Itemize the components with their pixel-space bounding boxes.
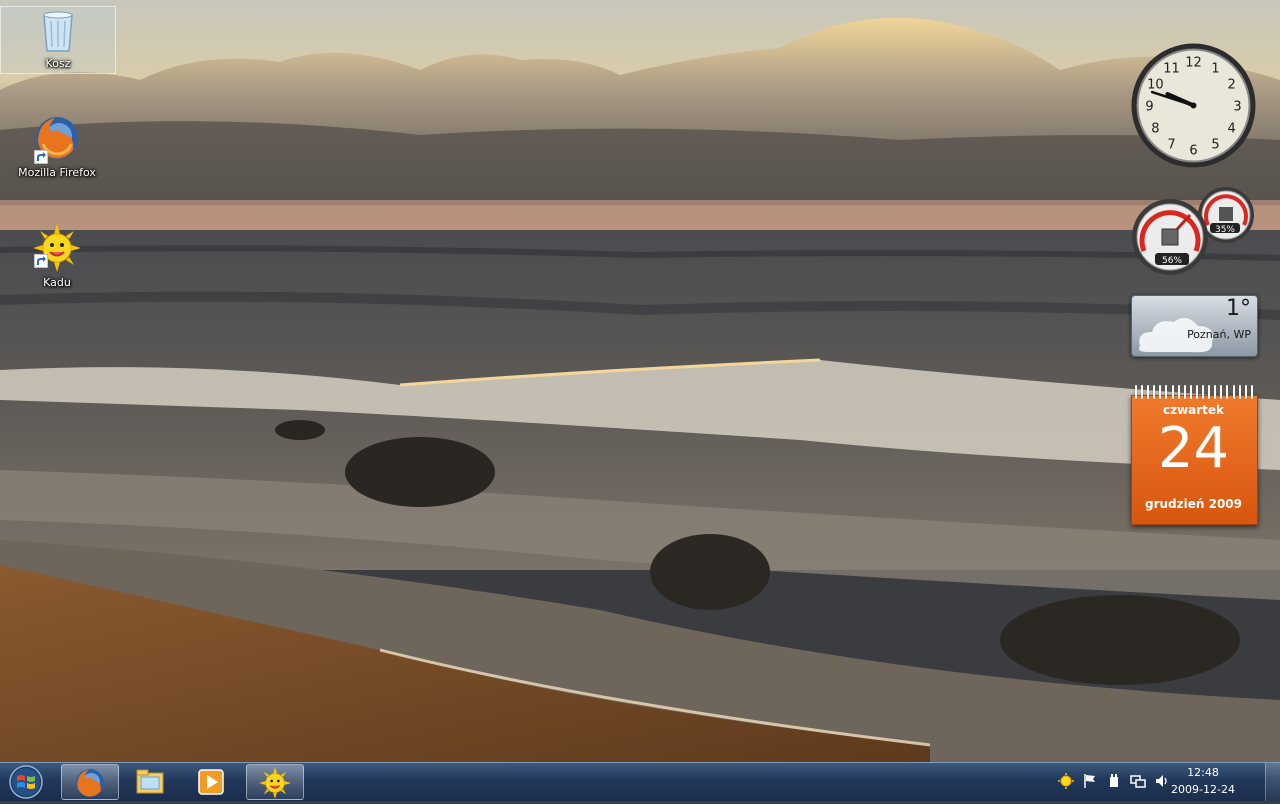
clock-numeral: 2 xyxy=(1227,78,1235,93)
desktop-icon-label: Kadu xyxy=(43,276,71,289)
start-button[interactable] xyxy=(4,764,48,800)
windows-explorer-icon xyxy=(136,769,164,794)
desktop-icon-firefox[interactable]: Mozilla Firefox xyxy=(0,114,114,179)
taskbar-button-kadu[interactable] xyxy=(246,764,304,800)
taskbar-button-firefox[interactable] xyxy=(61,764,119,800)
taskbar-clock-time[interactable]: 12:48 xyxy=(1168,766,1238,779)
taskbar: 12:48 2009-12-24 xyxy=(0,762,1280,801)
clock-numeral: 9 xyxy=(1145,100,1153,115)
calendar-day-number: 24 xyxy=(1157,416,1230,481)
action-center-flag-icon[interactable] xyxy=(1082,773,1098,789)
clock-numeral: 5 xyxy=(1211,138,1219,153)
start-orb-icon xyxy=(9,765,43,799)
kadu-sun-icon xyxy=(259,767,291,799)
weather-location: Poznań, WP xyxy=(1187,328,1251,341)
shortcut-arrow-icon xyxy=(34,150,48,164)
desktop-icon-kadu[interactable]: Kadu xyxy=(0,224,114,289)
taskbar-button-explorer[interactable] xyxy=(122,764,178,798)
power-icon[interactable] xyxy=(1106,773,1122,789)
firefox-icon xyxy=(76,769,104,797)
cpu-meter-gadget[interactable]: 56% 35% xyxy=(1130,185,1256,277)
cpu-meter-dials: 56% 35% xyxy=(1132,187,1254,275)
notification-area: 12:48 2009-12-24 xyxy=(1050,763,1280,801)
network-icon[interactable] xyxy=(1130,773,1146,789)
clock-numeral: 1 xyxy=(1211,61,1219,76)
clock-numeral: 11 xyxy=(1163,61,1180,76)
weather-temperature: 1° xyxy=(1226,296,1251,321)
calendar-weekday: czwartek xyxy=(1162,403,1225,417)
taskbar-clock-date[interactable]: 2009-12-24 xyxy=(1168,783,1238,796)
memory-percent-text: 35% xyxy=(1215,225,1235,235)
clock-numeral: 10 xyxy=(1147,78,1164,93)
show-desktop-button[interactable] xyxy=(1265,763,1280,801)
clock-numeral: 7 xyxy=(1167,138,1175,153)
desktop-icon-label: Kosz xyxy=(45,57,71,70)
calendar-binding-rings xyxy=(1135,385,1253,401)
beach-sunset-wallpaper xyxy=(0,0,1280,762)
clock-numeral: 4 xyxy=(1227,122,1235,137)
clock-numeral: 8 xyxy=(1151,122,1159,137)
media-player-icon xyxy=(198,769,224,795)
recycle-bin-icon xyxy=(43,11,73,52)
shortcut-arrow-icon xyxy=(34,254,48,268)
desktop-wallpaper xyxy=(0,0,1280,762)
clock-numeral: 6 xyxy=(1189,144,1197,159)
taskbar-button-media-player[interactable] xyxy=(183,764,239,798)
analog-clock-face: 1234567891011 12 xyxy=(1131,43,1256,168)
calendar-gadget[interactable]: czwartek 24 grudzień 2009 xyxy=(1131,385,1258,525)
clock-gadget[interactable]: 1 2 3 4 5 6 7 8 9 10 11 12 xyxy=(1130,42,1257,169)
desktop-icon-label: Mozilla Firefox xyxy=(18,166,96,179)
clock-numeral: 3 xyxy=(1233,100,1241,115)
calendar-month-year: grudzień 2009 xyxy=(1145,497,1242,511)
cpu-percent-text: 56% xyxy=(1162,256,1182,266)
clock-numeral: 12 xyxy=(1185,56,1202,71)
weather-gadget[interactable]: 1° Poznań, WP xyxy=(1131,295,1258,357)
desktop-icon-recycle-bin[interactable]: Kosz xyxy=(0,6,116,74)
kadu-tray-icon[interactable] xyxy=(1058,773,1074,789)
